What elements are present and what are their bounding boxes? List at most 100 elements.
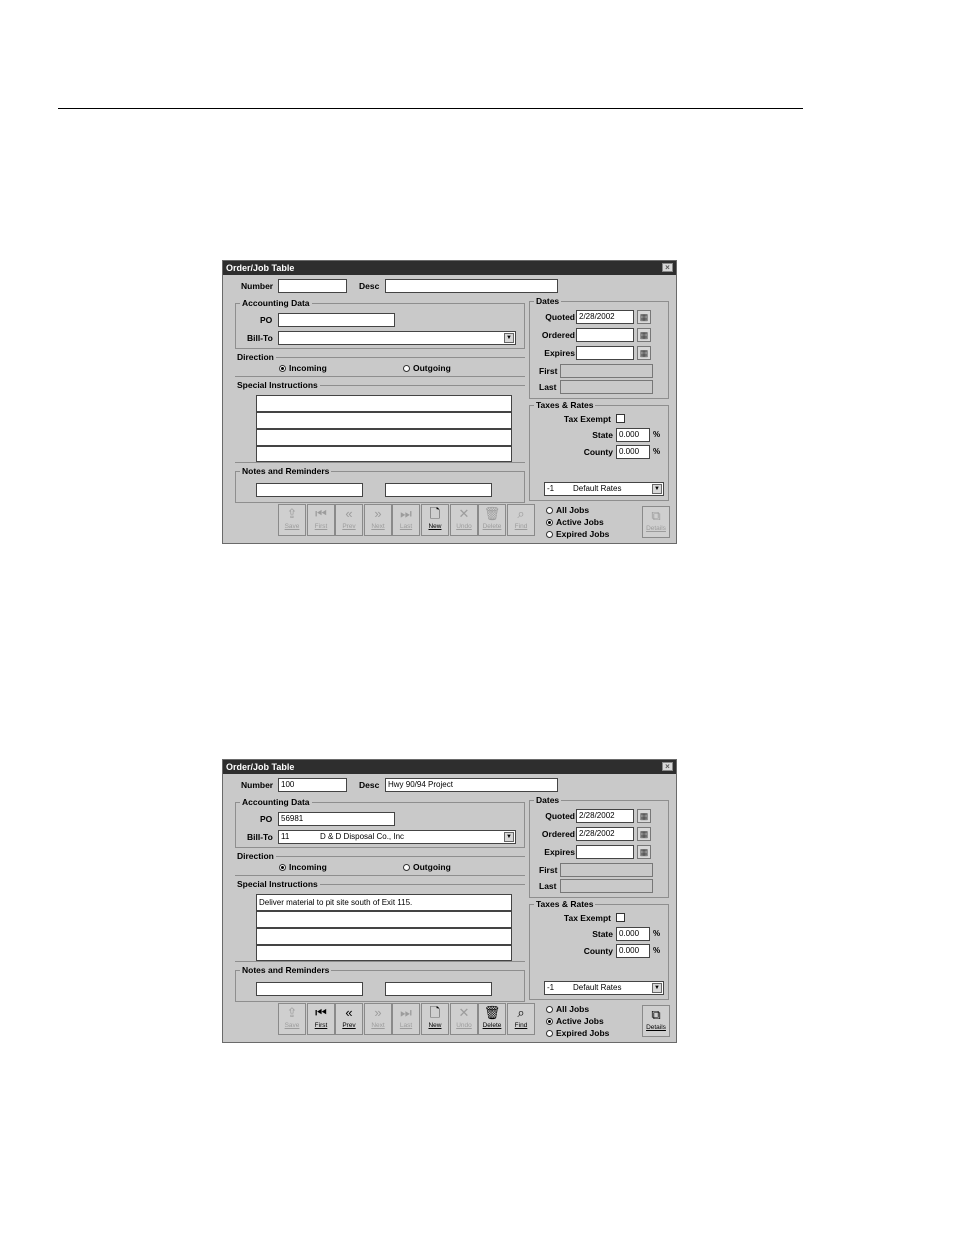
save-button[interactable]: ⇪ Save (278, 1003, 306, 1035)
find-button-label: Find (514, 1022, 528, 1029)
number-input[interactable]: 100 (278, 778, 347, 792)
county-label: County (583, 447, 613, 457)
po-input[interactable]: 56981 (278, 812, 395, 826)
special-instruction-line-3[interactable] (256, 429, 512, 446)
ordered-date-input[interactable]: 2/28/2002 (576, 827, 634, 841)
state-rate-input[interactable]: 0.000 (616, 428, 650, 442)
undo-button[interactable]: ✕ Undo (450, 504, 478, 536)
next-button[interactable]: » Next (364, 1003, 392, 1035)
delete-button[interactable]: 🗑 Delete (478, 504, 506, 536)
quoted-calendar-button[interactable]: ▦ (637, 809, 651, 823)
filter-all-jobs-radio[interactable]: All Jobs (546, 505, 589, 515)
chevron-down-icon[interactable]: ▼ (504, 333, 514, 343)
ordered-date-input[interactable] (576, 328, 634, 342)
undo-button[interactable]: ✕ Undo (450, 1003, 478, 1035)
first-label: First (539, 865, 558, 875)
new-button[interactable]: 🗋 New (421, 1003, 449, 1035)
window-title: Order/Job Table × (223, 760, 676, 774)
number-label: Number (241, 281, 274, 291)
first-button[interactable]: ⏮ First (307, 1003, 335, 1035)
undo-button-label: Undo (456, 523, 472, 530)
quoted-calendar-button[interactable]: ▦ (637, 310, 651, 324)
prev-button[interactable]: « Prev (335, 1003, 363, 1035)
filter-active-jobs-radio[interactable]: Active Jobs (546, 517, 604, 527)
special-instruction-line-4[interactable] (256, 446, 512, 462)
expires-date-input[interactable] (576, 346, 634, 360)
first-date-field (560, 863, 653, 877)
bill-to-select[interactable]: 11 D & D Disposal Co., Inc ▼ (278, 830, 516, 844)
special-instruction-line-4[interactable] (256, 945, 512, 961)
close-button[interactable]: × (662, 263, 673, 272)
filter-expired-jobs-radio[interactable]: Expired Jobs (546, 529, 609, 539)
chevron-down-icon[interactable]: ▼ (652, 484, 662, 494)
rates-select[interactable]: -1 Default Rates ▼ (544, 981, 664, 995)
dates-title: Dates (534, 795, 562, 805)
filter-expired-jobs-radio[interactable]: Expired Jobs (546, 1028, 609, 1038)
undo-button-label: Undo (456, 1022, 472, 1029)
filter-active-jobs-radio[interactable]: Active Jobs (546, 1016, 604, 1026)
filter-all-jobs-radio[interactable]: All Jobs (546, 1004, 589, 1014)
save-button[interactable]: ⇪ Save (278, 504, 306, 536)
state-label: State (592, 430, 613, 440)
notes-field-2[interactable] (385, 982, 492, 996)
find-button-label: Find (514, 523, 528, 530)
prev-button[interactable]: « Prev (335, 504, 363, 536)
new-button[interactable]: 🗋 New (421, 504, 449, 536)
rates-select[interactable]: -1 Default Rates ▼ (544, 482, 664, 496)
new-record-icon: 🗋 (429, 506, 441, 521)
direction-incoming-radio[interactable]: Incoming (279, 363, 327, 373)
first-button[interactable]: ⏮ First (307, 504, 335, 536)
details-button[interactable]: ⧉ Details (642, 506, 670, 538)
delete-button[interactable]: 🗑 Delete (478, 1003, 506, 1035)
desc-label: Desc (359, 780, 380, 790)
number-input[interactable] (278, 279, 347, 293)
special-instruction-line-2[interactable] (256, 911, 512, 928)
expires-date-input[interactable] (576, 845, 634, 859)
last-button[interactable]: ⏭ Last (392, 1003, 420, 1035)
calendar-icon: ▦ (639, 348, 649, 358)
special-instruction-line-1[interactable] (256, 395, 512, 412)
find-button[interactable]: ⌕ Find (507, 1003, 535, 1035)
quoted-date-input[interactable]: 2/28/2002 (576, 809, 634, 823)
special-instruction-line-3[interactable] (256, 928, 512, 945)
details-button[interactable]: ⧉ Details (642, 1005, 670, 1037)
ordered-label: Ordered (541, 330, 575, 340)
state-rate-input[interactable]: 0.000 (616, 927, 650, 941)
ordered-calendar-button[interactable]: ▦ (637, 328, 651, 342)
quoted-date-input[interactable]: 2/28/2002 (576, 310, 634, 324)
ordered-label: Ordered (541, 829, 575, 839)
tax-exempt-checkbox[interactable] (616, 414, 625, 423)
notes-field-1[interactable] (256, 982, 363, 996)
calendar-icon: ▦ (639, 312, 649, 322)
tax-exempt-label: Tax Exempt (563, 913, 611, 923)
expires-calendar-button[interactable]: ▦ (637, 346, 651, 360)
county-rate-input[interactable]: 0.000 (616, 944, 650, 958)
next-button[interactable]: » Next (364, 504, 392, 536)
notes-field-1[interactable] (256, 483, 363, 497)
close-button[interactable]: × (662, 762, 673, 771)
direction-incoming-radio[interactable]: Incoming (279, 862, 327, 872)
chevron-down-icon[interactable]: ▼ (652, 983, 662, 993)
special-instruction-line-2[interactable] (256, 412, 512, 429)
ordered-calendar-button[interactable]: ▦ (637, 827, 651, 841)
county-percent-sign: % (653, 447, 661, 456)
find-button[interactable]: ⌕ Find (507, 504, 535, 536)
expires-calendar-button[interactable]: ▦ (637, 845, 651, 859)
last-button[interactable]: ⏭ Last (392, 504, 420, 536)
tax-exempt-checkbox[interactable] (616, 913, 625, 922)
special-instruction-line-1[interactable]: Deliver material to pit site south of Ex… (256, 894, 512, 911)
chevron-down-icon[interactable]: ▼ (504, 832, 514, 842)
county-rate-input[interactable]: 0.000 (616, 445, 650, 459)
state-label: State (592, 929, 613, 939)
desc-input[interactable] (385, 279, 558, 293)
bill-to-select[interactable]: ▼ (278, 331, 516, 345)
direction-outgoing-radio[interactable]: Outgoing (403, 363, 451, 373)
details-icon: ⧉ (651, 1007, 661, 1022)
county-percent-sign: % (653, 946, 661, 955)
desc-input[interactable]: Hwy 90/94 Project (385, 778, 558, 792)
direction-outgoing-radio[interactable]: Outgoing (403, 862, 451, 872)
undo-icon: ✕ (458, 506, 470, 521)
notes-field-2[interactable] (385, 483, 492, 497)
previous-record-icon: « (345, 1005, 353, 1020)
po-input[interactable] (278, 313, 395, 327)
